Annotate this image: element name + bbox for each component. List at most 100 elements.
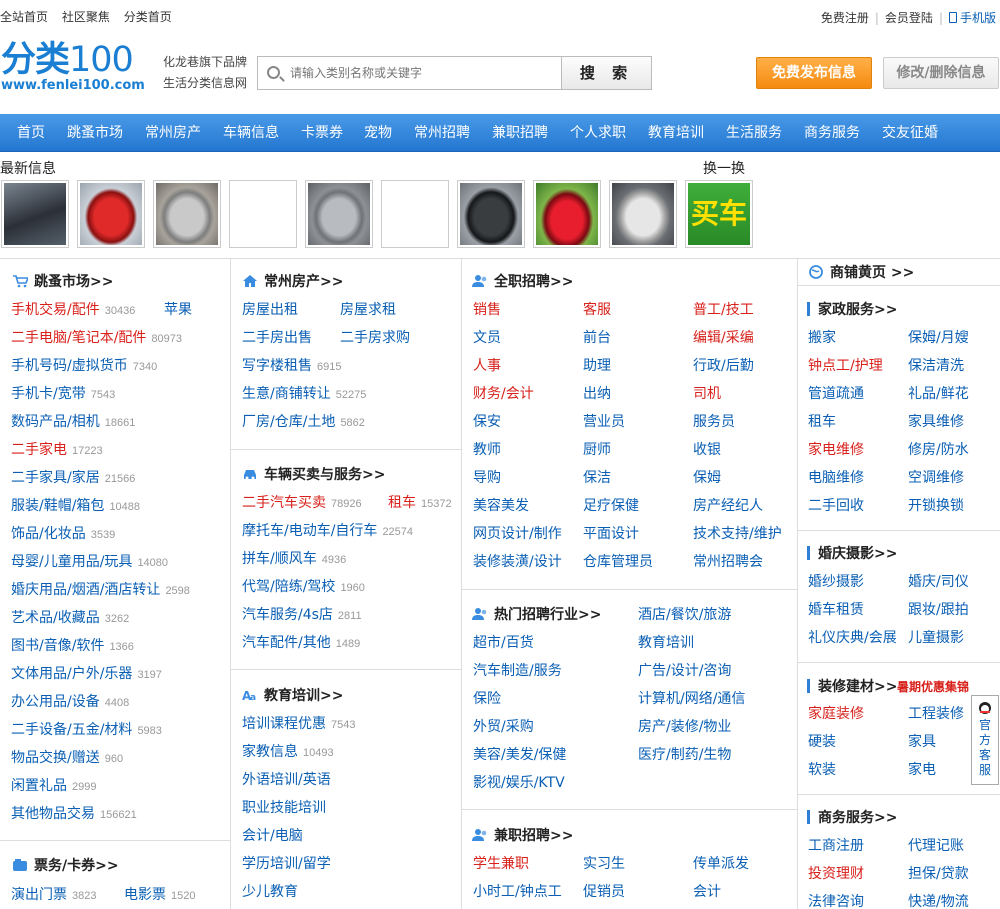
category-link[interactable]: 装修装潢/设计 — [473, 551, 562, 571]
login-link[interactable]: 会员登陆 — [885, 11, 933, 25]
category-link[interactable]: 保姆/月嫂 — [908, 327, 969, 347]
category-link[interactable]: 足疗保健 — [583, 495, 639, 515]
category-link[interactable]: 出纳 — [583, 383, 611, 403]
category-link[interactable]: 家教信息 10493 — [242, 741, 334, 761]
category-link[interactable]: 二手家电 17223 — [11, 439, 103, 459]
latest-thumb[interactable] — [381, 180, 449, 248]
category-link[interactable]: 房屋出租 — [242, 299, 298, 319]
section-title-house[interactable]: 常州房产>> — [242, 271, 343, 291]
category-link[interactable]: 家具 — [908, 731, 936, 751]
nav-item[interactable]: 商务服务 — [804, 114, 860, 152]
category-link[interactable]: 图书/音像/软件 1366 — [11, 635, 134, 655]
category-link[interactable]: 外语培训/英语 — [242, 769, 331, 789]
category-link[interactable]: 法律咨询 — [808, 891, 864, 909]
category-link[interactable]: 工程装修 — [908, 703, 964, 723]
category-link[interactable]: 快递/物流 — [908, 891, 969, 909]
category-link[interactable]: 学历培训/留学 — [242, 853, 331, 873]
section-title-education[interactable]: Aa 教育培训>> — [242, 685, 343, 705]
latest-thumb[interactable] — [609, 180, 677, 248]
category-link[interactable]: 学生兼职 — [473, 853, 529, 873]
section-title-housekeeping[interactable]: 家政服务>> — [818, 299, 897, 319]
nav-item[interactable]: 跳蚤市场 — [67, 114, 123, 152]
section-title-flea-market[interactable]: 跳蚤市场>> — [12, 271, 113, 291]
category-link[interactable]: 婚庆/司仪 — [908, 571, 969, 591]
category-link[interactable]: 影视/娱乐/KTV — [473, 772, 565, 792]
category-link[interactable]: 手机号码/虚拟货币 7340 — [11, 355, 157, 375]
category-link[interactable]: 行政/后勤 — [693, 355, 754, 375]
category-link[interactable]: 家电 — [908, 759, 936, 779]
category-link[interactable]: 网页设计/制作 — [473, 523, 562, 543]
section-title-wedding[interactable]: 婚庆摄影>> — [818, 543, 897, 563]
latest-thumb[interactable]: 买车 — [685, 180, 753, 248]
category-link[interactable]: 司机 — [693, 383, 721, 403]
category-link[interactable]: 会计 — [693, 881, 721, 901]
latest-thumb[interactable] — [77, 180, 145, 248]
category-link[interactable]: 婚车租赁 — [808, 599, 864, 619]
category-link[interactable]: 手机卡/宽带 7543 — [11, 383, 115, 403]
category-link[interactable]: 培训课程优惠 7543 — [242, 713, 355, 733]
category-link[interactable]: 美容/美发/保健 — [473, 744, 566, 764]
category-link[interactable]: 编辑/采编 — [693, 327, 754, 347]
category-link[interactable]: 婚纱摄影 — [808, 571, 864, 591]
category-link[interactable]: 礼仪庆典/会展 — [808, 627, 897, 647]
category-link[interactable]: 保姆 — [693, 467, 721, 487]
latest-thumb[interactable] — [305, 180, 373, 248]
ticket-item[interactable]: 演出门票 3823 — [11, 884, 96, 904]
category-link[interactable]: 文体用品/户外/乐器 3197 — [11, 663, 162, 683]
category-link[interactable]: 助理 — [583, 355, 611, 375]
category-link[interactable]: 美容美发 — [473, 495, 529, 515]
category-link[interactable]: 修房/防水 — [908, 439, 969, 459]
category-link[interactable]: 母婴/儿童用品/玩具 14080 — [11, 551, 168, 571]
category-link[interactable]: 会计/电脑 — [242, 825, 303, 845]
category-link[interactable]: 仓库管理员 — [583, 551, 653, 571]
category-link[interactable]: 财务/会计 — [473, 383, 534, 403]
publish-button[interactable]: 免费发布信息 — [756, 57, 872, 89]
category-link[interactable]: 保洁 — [583, 467, 611, 487]
category-link[interactable]: 少儿教育 — [242, 881, 298, 901]
category-link[interactable]: 代驾/陪练/驾校 1960 — [242, 576, 365, 596]
category-link[interactable]: 计算机/网络/通信 — [638, 688, 745, 708]
category-link[interactable]: 服装/鞋帽/箱包 10488 — [11, 495, 140, 515]
category-link[interactable]: 二手房出售 — [242, 327, 312, 347]
category-link[interactable]: 手机交易/配件 30436 — [11, 299, 135, 319]
category-link[interactable]: 摩托车/电动车/自行车 22574 — [242, 520, 413, 540]
category-link[interactable]: 小时工/钟点工 — [473, 881, 562, 901]
category-link[interactable]: 开锁换锁 — [908, 495, 964, 515]
category-link[interactable]: 物品交换/赠送 960 — [11, 747, 123, 767]
category-link[interactable]: 工商注册 — [808, 835, 864, 855]
category-link[interactable]: 技术支持/维护 — [693, 523, 782, 543]
register-link[interactable]: 免费注册 — [821, 11, 869, 25]
section-title-business[interactable]: 商务服务>> — [818, 807, 897, 827]
category-link[interactable]: 闲置礼品 2999 — [11, 775, 96, 795]
category-link[interactable]: 二手设备/五金/材料 5983 — [11, 719, 162, 739]
category-link[interactable]: 数码产品/相机 18661 — [11, 411, 135, 431]
category-link[interactable]: 写字楼租售 6915 — [242, 355, 341, 375]
category-link[interactable]: 二手汽车买卖 78926 — [242, 492, 362, 512]
category-link[interactable]: 钟点工/护理 — [808, 355, 883, 375]
category-link[interactable]: 促销员 — [583, 881, 625, 901]
category-link[interactable]: 租车 15372 — [388, 492, 452, 512]
category-link[interactable]: 平面设计 — [583, 523, 639, 543]
category-link[interactable]: 婚庆用品/烟酒/酒店转让 2598 — [11, 579, 190, 599]
category-link[interactable]: 二手回收 — [808, 495, 864, 515]
category-link[interactable]: 跟妆/跟拍 — [908, 599, 969, 619]
nav-item[interactable]: 生活服务 — [726, 114, 782, 152]
category-link[interactable]: 管道疏通 — [808, 383, 864, 403]
latest-thumb[interactable] — [533, 180, 601, 248]
category-link[interactable]: 饰品/化妆品 3539 — [11, 523, 115, 543]
mobile-link[interactable]: 手机版 — [960, 11, 996, 25]
category-link[interactable]: 超市/百货 — [473, 632, 534, 652]
category-link[interactable]: 外贸/采购 — [473, 716, 534, 736]
category-link[interactable]: 厨师 — [583, 439, 611, 459]
top-link-category-home[interactable]: 分类首页 — [124, 10, 172, 24]
nav-item[interactable]: 常州房产 — [145, 114, 201, 152]
latest-thumb[interactable] — [229, 180, 297, 248]
nav-item[interactable]: 兼职招聘 — [492, 114, 548, 152]
category-link[interactable]: 软装 — [808, 759, 836, 779]
category-link[interactable]: 租车 — [808, 411, 836, 431]
category-link[interactable]: 前台 — [583, 327, 611, 347]
category-link[interactable]: 礼品/鲜花 — [908, 383, 969, 403]
category-link[interactable]: 教师 — [473, 439, 501, 459]
category-link[interactable]: 其他物品交易 156621 — [11, 803, 137, 823]
nav-item[interactable]: 常州招聘 — [414, 114, 470, 152]
